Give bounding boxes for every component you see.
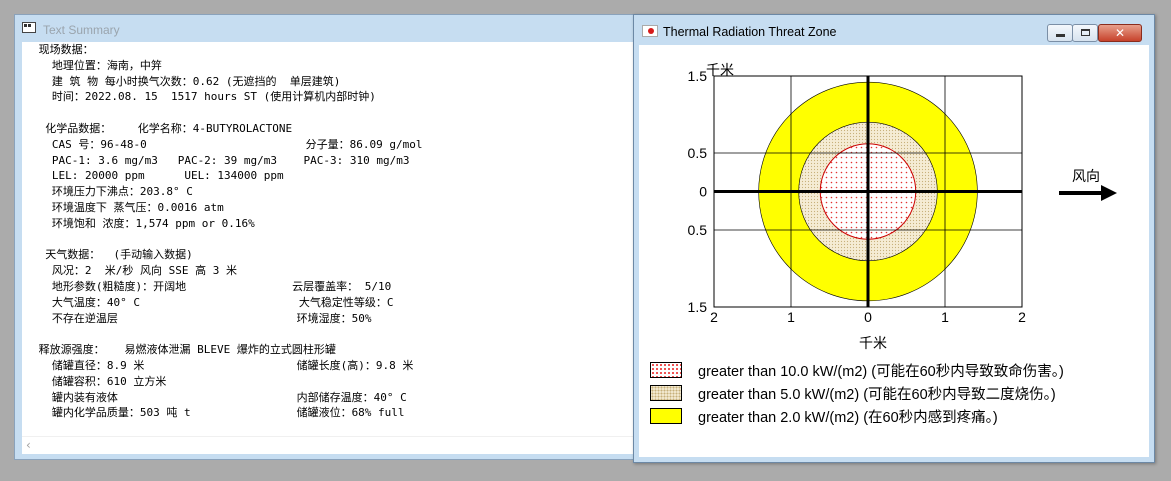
x-tick-label: 2 [1018,309,1026,325]
legend-label-yellow: greater than 2.0 kW/(m2) (在60秒内感到疼痛。) [698,410,998,426]
summary-line: 罐内化学品质量：503 吨 t 储罐液位：68% full [32,406,405,420]
horizontal-scrollbar[interactable]: ‹ [22,436,648,454]
red-zone-swatch [650,362,682,378]
thermal-radiation-window: Thermal Radiation Threat Zone ✕ 2 1 0 1 … [633,14,1155,463]
summary-line: 环境温度下 蒸气压：0.0016 atm [32,200,224,214]
threat-zone-chart: 2 1 0 1 21.50.500.51.5 千米 千米 风向 [688,63,1117,352]
summary-line: 环境压力下沸点：203.8° C [32,185,193,199]
scroll-left-arrow-icon[interactable]: ‹ [26,438,31,452]
orange-zone-swatch [650,385,682,401]
summary-line: 地形参数(粗糙度)：开阔地 云层覆盖率： 5/10 [32,279,392,293]
x-tick-label: 0 [864,309,872,325]
chart-grid [713,75,1023,308]
y-tick-label: 0.5 [688,222,708,238]
minimize-button[interactable] [1047,24,1073,42]
app-flag-icon [642,25,658,37]
wind-direction-label: 风向 [1072,169,1100,185]
maximize-icon [1081,29,1090,36]
summary-line: 建 筑 物 每小时换气次数：0.62 (无遮挡的 单层建筑) [32,74,341,88]
summary-line: 时间：2022.08. 15 1517 hours ST (使用计算机内部时钟) [32,90,376,104]
thermal-title-bar[interactable]: Thermal Radiation Threat Zone ✕ [634,15,1154,45]
summary-window-title: Text Summary [43,23,120,37]
summary-line: 风况：2 米/秒 风向 SSE 高 3 米 [32,264,237,278]
text-summary-window: Text Summary 现场数据： 地理位置：海南，中笄 建 筑 物 每小时换… [14,14,654,460]
summary-line [32,105,423,121]
legend-label-orange: greater than 5.0 kW/(m2) (可能在60秒内导致二度烧伤。… [698,387,1056,403]
x-tick-label: 1 [941,309,949,325]
summary-content-area: 现场数据： 地理位置：海南，中笄 建 筑 物 每小时换气次数：0.62 (无遮挡… [22,42,648,454]
summary-line: 储罐直径：8.9 米 储罐长度(高)：9.8 米 [32,358,414,372]
x-axis-label: 千米 [859,336,887,352]
summary-line: 环境饱和 浓度：1,574 ppm or 0.16% [32,216,255,230]
y-tick-label: 1.5 [688,68,708,84]
summary-line [32,326,423,342]
maximize-button[interactable] [1072,24,1098,42]
y-axis-label: 千米 [706,63,734,79]
summary-line: PAC-1: 3.6 mg/m3 PAC-2: 39 mg/m3 PAC-3: … [32,153,410,167]
summary-line: 现场数据： [32,43,94,56]
close-button[interactable]: ✕ [1098,24,1142,42]
yellow-zone-swatch [650,408,682,424]
summary-line: 储罐容积：610 立方米 [32,374,167,388]
thermal-content-area: 2 1 0 1 2 1.5 0.5 0 0.5 1.5 千米 千米 风向 greater than… [639,45,1149,457]
y-tick-label: 0 [699,184,707,200]
summary-line: 释放源强度： 易燃液体泄漏 BLEVE 爆炸的立式圆柱形罐 [32,343,336,357]
app-icon [22,22,36,33]
x-tick-label: 1 [787,309,795,325]
thermal-window-title: Thermal Radiation Threat Zone [663,25,837,39]
summary-line: 不存在逆温层 环境湿度：50% [32,311,372,325]
legend-label-red: greater than 10.0 kW/(m2) (可能在60秒内导致致命伤害… [698,364,1064,380]
minimize-icon [1056,34,1065,37]
summary-line: 地理位置：海南，中笄 [32,58,162,72]
y-tick-label: 1.5 [688,299,708,315]
summary-line: 天气数据： (手动输入数据) [32,248,193,262]
summary-line: LEL: 20000 ppm UEL: 134000 ppm [32,169,284,183]
summary-line: CAS 号：96-48-0 分子量：86.09 g/mol [32,137,423,151]
summary-title-bar[interactable]: Text Summary [15,15,653,42]
summary-line: 罐内装有液体 内部储存温度：40° C [32,390,407,404]
summary-line: 大气温度：40° C 大气稳定性等级：C [32,295,394,309]
summary-text-body: 现场数据： 地理位置：海南，中笄 建 筑 物 每小时换气次数：0.62 (无遮挡… [32,42,423,421]
x-tick-label: 2 [710,309,718,325]
y-tick-label: 0.5 [688,145,708,161]
close-icon: ✕ [1114,26,1126,40]
summary-line [32,232,423,248]
summary-line: 化学品数据： 化学名称：4-BUTYROLACTONE [32,121,293,135]
